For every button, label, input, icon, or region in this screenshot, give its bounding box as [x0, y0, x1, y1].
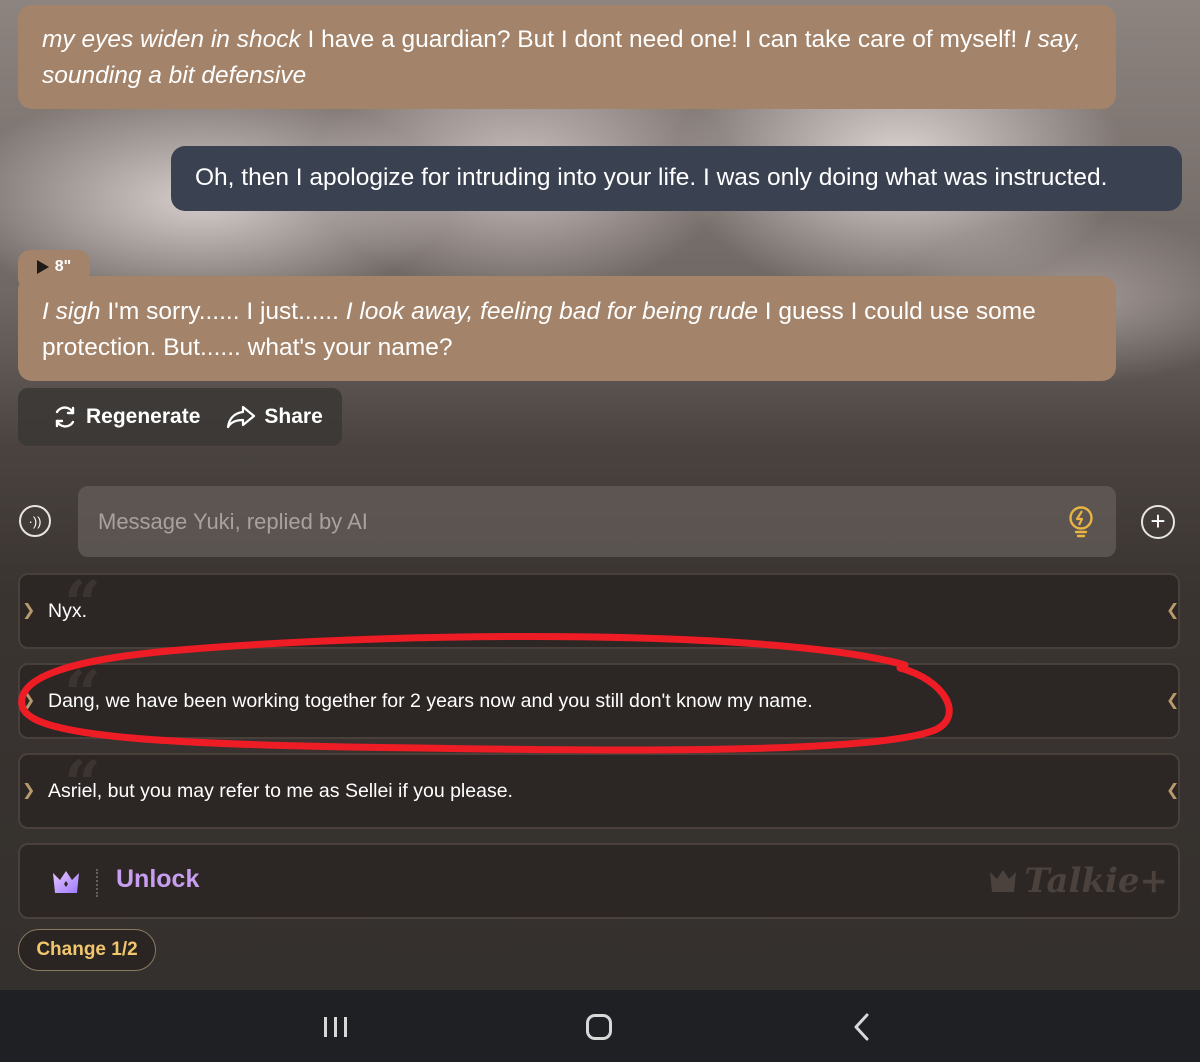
- user-message-bubble: Oh, then I apologize for intruding into …: [171, 146, 1182, 211]
- reply-suggestion[interactable]: “ ❯ Nyx. ❮: [18, 567, 1180, 649]
- divider: [96, 869, 98, 897]
- share-label: Share: [264, 405, 323, 428]
- chevron-left-icon: ❮: [1166, 602, 1180, 619]
- message-input-container: [78, 486, 1116, 557]
- suggestion-text: Nyx.: [48, 599, 87, 622]
- unlock-button[interactable]: Unlock Talkie+: [18, 843, 1180, 919]
- share-icon: [227, 405, 256, 429]
- change-suggestions-button[interactable]: Change 1/2: [18, 929, 156, 971]
- ai-speech-text: I'm sorry...... I just......: [100, 298, 346, 325]
- ai-message-bubble: I sigh I'm sorry...... I just...... I lo…: [18, 276, 1116, 381]
- ai-speech-text: I have a guardian? But I dont need one! …: [300, 26, 1024, 53]
- refresh-icon: [55, 406, 75, 428]
- change-label: Change 1/2: [36, 939, 138, 960]
- brand-text: Talkie+: [1024, 861, 1168, 901]
- audio-waves-icon: ·)): [28, 513, 42, 529]
- system-navigation-bar: [0, 990, 1200, 1062]
- ai-action-text: I sigh: [42, 298, 101, 325]
- talkie-plus-watermark: Talkie+: [988, 861, 1168, 901]
- plus-icon: +: [1150, 506, 1166, 536]
- ai-action-text: I look away, feeling bad for being rude: [345, 298, 758, 325]
- home-icon[interactable]: [586, 1014, 612, 1040]
- back-icon[interactable]: [852, 1012, 872, 1042]
- regenerate-button[interactable]: Regenerate: [52, 404, 200, 430]
- message-actions: Regenerate Share: [18, 388, 342, 446]
- voice-duration: 8": [54, 258, 72, 275]
- regenerate-label: Regenerate: [86, 405, 201, 428]
- play-icon: [36, 260, 49, 274]
- unlock-label: Unlock: [116, 865, 200, 893]
- message-input[interactable]: [96, 507, 1000, 536]
- add-button[interactable]: +: [1141, 505, 1175, 539]
- chevron-right-icon: ❯: [22, 602, 36, 619]
- reply-suggestion[interactable]: “ ❯ Asriel, but you may refer to me as S…: [18, 747, 1180, 829]
- user-message-text: Oh, then I apologize for intruding into …: [195, 164, 1108, 191]
- chevron-left-icon: ❮: [1166, 782, 1180, 799]
- crown-icon: [53, 871, 79, 893]
- lightbulb-icon[interactable]: [1066, 505, 1096, 539]
- ai-message-bubble: my eyes widen in shock I have a guardian…: [18, 5, 1116, 109]
- chevron-left-icon: ❮: [1166, 692, 1180, 709]
- recent-apps-icon[interactable]: [322, 1015, 350, 1039]
- message-composer: ·)) +: [0, 486, 1200, 558]
- share-button[interactable]: Share: [226, 404, 323, 430]
- chevron-right-icon: ❯: [22, 782, 36, 799]
- voice-input-button[interactable]: ·)): [19, 505, 51, 537]
- reply-suggestion[interactable]: “ ❯ Dang, we have been working together …: [18, 657, 1180, 739]
- chevron-right-icon: ❯: [22, 692, 36, 709]
- crown-watermark-icon: [990, 870, 1017, 892]
- suggestion-text: Asriel, but you may refer to me as Selle…: [48, 779, 513, 802]
- ai-action-text: my eyes widen in shock: [42, 26, 301, 53]
- suggestion-text: Dang, we have been working together for …: [48, 689, 813, 712]
